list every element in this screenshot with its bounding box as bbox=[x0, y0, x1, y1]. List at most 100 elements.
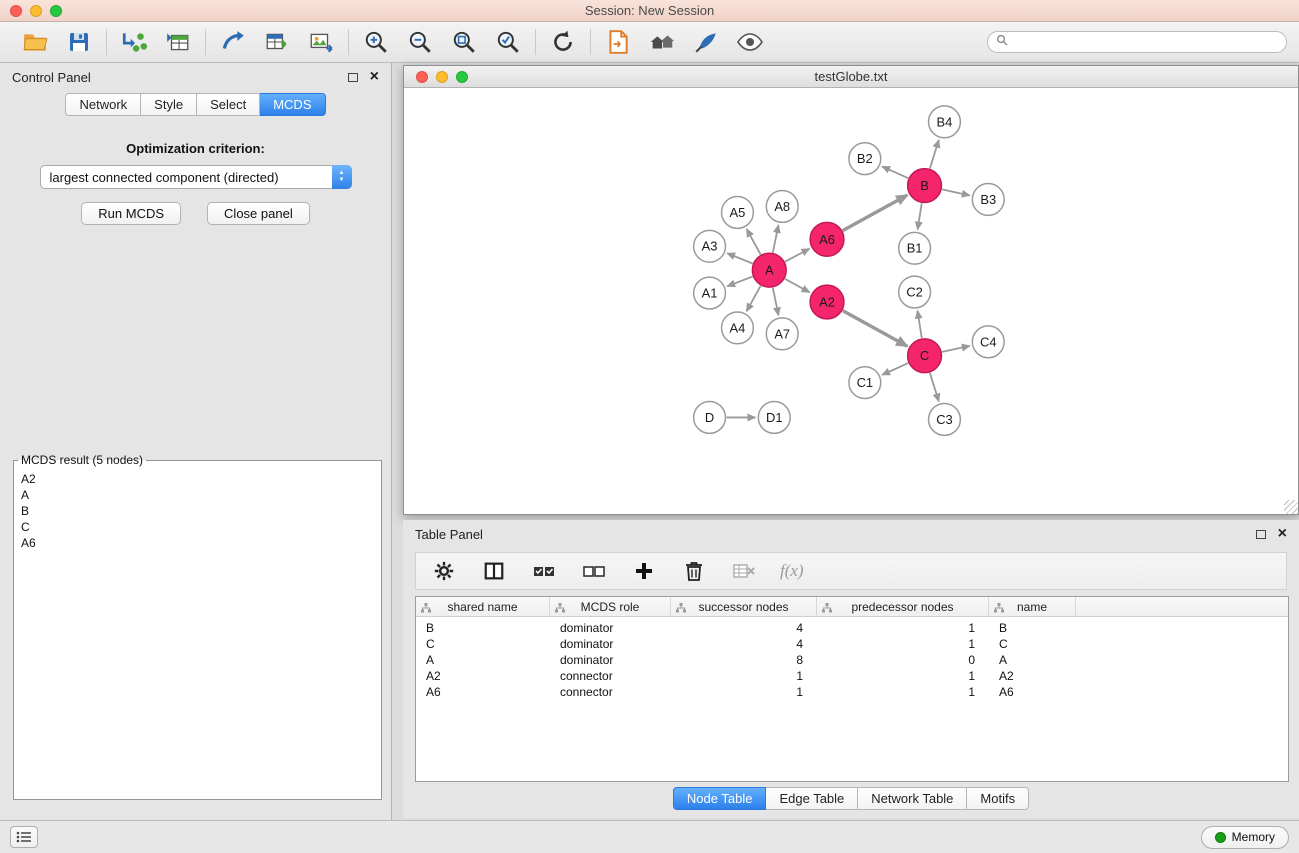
columns-icon[interactable] bbox=[480, 557, 508, 585]
table-tab-network-table[interactable]: Network Table bbox=[858, 787, 967, 810]
network-window-titlebar[interactable]: testGlobe.txt bbox=[404, 66, 1298, 88]
result-item[interactable]: A6 bbox=[14, 535, 381, 551]
search-input[interactable] bbox=[1013, 35, 1278, 49]
edge-B-B2[interactable] bbox=[882, 166, 908, 178]
edge-A-A2[interactable] bbox=[785, 279, 810, 293]
network-canvas[interactable]: B4B2BB3A5A8A6B1A3AC2A1A2A4A7CC4C1C3DD1 bbox=[404, 89, 1298, 514]
table-tab-node-table[interactable]: Node Table bbox=[673, 787, 767, 810]
export-network-icon[interactable] bbox=[219, 28, 247, 56]
annotation-icon[interactable] bbox=[692, 28, 720, 56]
settings-gear-icon[interactable] bbox=[430, 557, 458, 585]
unselect-all-icon[interactable] bbox=[580, 557, 608, 585]
table-tab-edge-table[interactable]: Edge Table bbox=[766, 787, 858, 810]
edge-C-C4[interactable] bbox=[942, 346, 970, 352]
run-mcds-button[interactable]: Run MCDS bbox=[81, 202, 181, 225]
export-image-icon[interactable] bbox=[307, 28, 335, 56]
memory-button[interactable]: Memory bbox=[1201, 826, 1289, 849]
node-A2[interactable]: A2 bbox=[810, 285, 844, 319]
node-C3[interactable]: C3 bbox=[929, 404, 961, 436]
edge-A-A3[interactable] bbox=[727, 253, 753, 263]
edge-C-C2[interactable] bbox=[918, 311, 922, 338]
close-table-panel-icon[interactable]: × bbox=[1278, 528, 1287, 540]
save-icon[interactable] bbox=[65, 28, 93, 56]
tab-network[interactable]: Network bbox=[65, 93, 141, 116]
node-B2[interactable]: B2 bbox=[849, 143, 881, 175]
edge-B-B1[interactable] bbox=[918, 203, 922, 229]
edge-A-A4[interactable] bbox=[747, 286, 761, 311]
table-row[interactable]: A2connector11A2 bbox=[416, 668, 1288, 684]
select-all-icon[interactable] bbox=[530, 557, 558, 585]
edge-A2-C[interactable] bbox=[843, 311, 907, 346]
edge-A-A5[interactable] bbox=[747, 229, 761, 254]
tab-style[interactable]: Style bbox=[141, 93, 197, 116]
node-B4[interactable]: B4 bbox=[929, 106, 961, 138]
edge-A-A8[interactable] bbox=[773, 225, 779, 253]
tab-mcds[interactable]: MCDS bbox=[260, 93, 325, 116]
zoom-fit-icon[interactable] bbox=[450, 28, 478, 56]
node-A5[interactable]: A5 bbox=[722, 196, 754, 228]
node-C[interactable]: C bbox=[908, 339, 942, 373]
table-row[interactable]: Cdominator41C bbox=[416, 636, 1288, 652]
edge-A-A1[interactable] bbox=[727, 277, 752, 287]
node-C2[interactable]: C2 bbox=[899, 276, 931, 308]
criterion-dropdown[interactable]: largest connected component (directed) ▲… bbox=[40, 165, 352, 189]
edge-B-B4[interactable] bbox=[930, 140, 939, 169]
table-row[interactable]: Bdominator41B bbox=[416, 620, 1288, 636]
node-D1[interactable]: D1 bbox=[758, 402, 790, 434]
table-row[interactable]: A6connector11A6 bbox=[416, 684, 1288, 700]
search-box[interactable] bbox=[987, 31, 1287, 53]
node-A3[interactable]: A3 bbox=[694, 230, 726, 262]
eye-icon[interactable] bbox=[736, 28, 764, 56]
delete-table-icon[interactable] bbox=[730, 557, 758, 585]
zoom-selected-icon[interactable] bbox=[494, 28, 522, 56]
result-item[interactable]: A2 bbox=[14, 471, 381, 487]
node-C1[interactable]: C1 bbox=[849, 367, 881, 399]
close-panel-icon[interactable]: × bbox=[370, 71, 379, 83]
node-A8[interactable]: A8 bbox=[766, 191, 798, 223]
node-A1[interactable]: A1 bbox=[694, 277, 726, 309]
refresh-icon[interactable] bbox=[549, 28, 577, 56]
close-panel-button[interactable]: Close panel bbox=[207, 202, 310, 225]
tab-select[interactable]: Select bbox=[197, 93, 260, 116]
export-table-icon[interactable] bbox=[263, 28, 291, 56]
column-header-name[interactable]: name bbox=[989, 597, 1076, 616]
column-header-MCDS-role[interactable]: MCDS role bbox=[550, 597, 671, 616]
edge-B-B3[interactable] bbox=[942, 189, 970, 195]
open-session-icon[interactable] bbox=[604, 28, 632, 56]
float-table-panel-icon[interactable] bbox=[1256, 530, 1266, 539]
node-C4[interactable]: C4 bbox=[972, 326, 1004, 358]
node-D[interactable]: D bbox=[694, 402, 726, 434]
edge-C-C1[interactable] bbox=[882, 363, 908, 375]
function-builder-icon[interactable]: f(x) bbox=[780, 561, 804, 581]
node-A4[interactable]: A4 bbox=[722, 312, 754, 344]
column-header-successor-nodes[interactable]: successor nodes bbox=[671, 597, 817, 616]
node-B[interactable]: B bbox=[908, 169, 942, 203]
node-B3[interactable]: B3 bbox=[972, 184, 1004, 216]
node-A6[interactable]: A6 bbox=[810, 222, 844, 256]
network-graph[interactable]: B4B2BB3A5A8A6B1A3AC2A1A2A4A7CC4C1C3DD1 bbox=[404, 89, 1298, 514]
edge-A-A6[interactable] bbox=[785, 249, 809, 262]
column-header-predecessor-nodes[interactable]: predecessor nodes bbox=[817, 597, 989, 616]
table-row[interactable]: Adominator80A bbox=[416, 652, 1288, 668]
node-A7[interactable]: A7 bbox=[766, 318, 798, 350]
window-resize-handle[interactable] bbox=[1284, 500, 1298, 514]
edge-A6-B[interactable] bbox=[843, 195, 907, 230]
open-folder-icon[interactable] bbox=[21, 28, 49, 56]
float-panel-icon[interactable] bbox=[348, 73, 358, 82]
result-item[interactable]: C bbox=[14, 519, 381, 535]
add-row-icon[interactable] bbox=[630, 557, 658, 585]
delete-row-icon[interactable] bbox=[680, 557, 708, 585]
zoom-in-icon[interactable] bbox=[362, 28, 390, 56]
task-history-button[interactable] bbox=[10, 826, 38, 848]
zoom-out-icon[interactable] bbox=[406, 28, 434, 56]
import-table-icon[interactable] bbox=[164, 28, 192, 56]
table-tab-motifs[interactable]: Motifs bbox=[967, 787, 1029, 810]
home-icon[interactable] bbox=[648, 28, 676, 56]
import-network-icon[interactable] bbox=[120, 28, 148, 56]
result-item[interactable]: A bbox=[14, 487, 381, 503]
edge-C-C3[interactable] bbox=[930, 373, 939, 402]
node-B1[interactable]: B1 bbox=[899, 232, 931, 264]
edge-A-A7[interactable] bbox=[773, 288, 779, 316]
column-header-shared-name[interactable]: shared name bbox=[416, 597, 550, 616]
result-item[interactable]: B bbox=[14, 503, 381, 519]
